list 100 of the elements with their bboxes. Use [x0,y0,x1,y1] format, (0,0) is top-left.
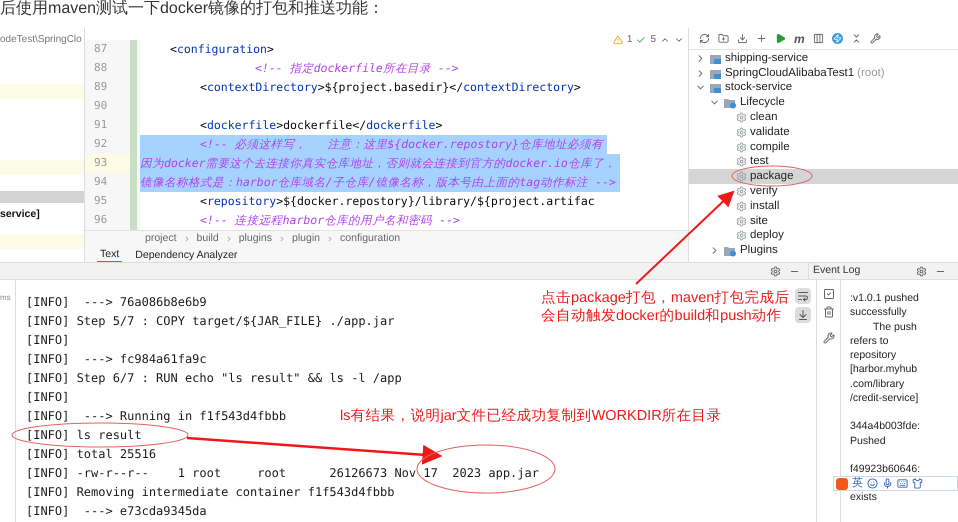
settings-icon[interactable] [822,332,834,344]
tree-item-note: (root) [857,66,885,81]
gear-icon [736,171,747,182]
side-label: ms [0,293,11,302]
breadcrumb[interactable]: build [196,231,219,247]
tree-item[interactable]: package [689,169,958,184]
tree-item-label: shipping-service [725,50,808,66]
event-log-text: :v1.0.1 pushed [850,291,920,306]
panel-title: Event Log [813,263,860,278]
event-log-text: /credit-service] [850,391,920,406]
tree-item-label: SpringCloudAlibabaTest1 [725,66,854,81]
editor-tab[interactable]: Dependency Analyzer [132,246,240,263]
folder-gear-icon [723,96,737,110]
keyboard-icon[interactable] [897,478,908,489]
event-log-text: exists [850,490,878,505]
scroll-to-end-icon[interactable] [795,307,811,323]
event-log-text: successfully [850,305,908,320]
run-icon[interactable] [775,33,786,44]
lightning-icon[interactable] [832,33,843,44]
tree-item[interactable]: SpringCloudAlibabaTest1 (root) [689,66,958,81]
event-log-text: repository [850,348,898,362]
breadcrumb[interactable]: plugins [238,231,272,247]
console-line: [INFO] total 25516 [26,446,156,463]
line-number: 96 [94,212,108,228]
console-line: [INFO] [26,389,70,406]
line-number: 91 [94,117,108,134]
tree-item[interactable]: Lifecycle [689,95,958,110]
check-icon[interactable] [636,34,646,44]
gear-icon [736,126,747,138]
line-number: 94 [94,174,108,190]
line-number: 93 [94,155,108,172]
tree-item-label: deploy [750,228,784,244]
project-path: odeTest\SpringClo [0,33,83,47]
annotation-text: 点击package打包，maven打包完成后 会自动触发docker的build和push动作 [541,289,790,325]
settings-icon[interactable] [770,266,781,276]
breadcrumb[interactable]: plugin [292,231,320,247]
tree-item-label: Lifecycle [740,95,785,110]
ime-logo-icon [836,478,848,490]
folder-plus-icon[interactable] [718,33,729,44]
event-log-text: 344a4b003fde: [850,419,922,434]
gear-icon [736,112,747,124]
module-folder-icon [709,81,722,94]
event-log-text: f49923b60646: [850,462,922,476]
console-line: [INFO] [26,332,70,349]
settings-icon[interactable] [870,33,881,44]
shirt-icon[interactable] [912,478,923,489]
warning-count: 1 [626,33,632,47]
tree-item-label: install [750,198,780,214]
breadcrumb[interactable]: project [145,231,177,247]
line-number: 88 [94,60,108,76]
tree-item[interactable]: compile [689,140,958,155]
event-log-text: Pushed [850,434,887,448]
download-icon[interactable] [737,33,748,44]
smile-icon[interactable] [867,478,878,489]
refresh-icon[interactable] [699,33,710,44]
console-line: [INFO] ls result [26,427,142,444]
tree-item-label: verify [750,184,778,199]
tree-item-label: Plugins [740,243,778,258]
annotation-text: ls有结果，说明jar文件已经成功复制到WORKDIR所在目录 [340,407,722,426]
tree-item-label: test [750,154,769,170]
console-line: [INFO] ---> e73cda9345da [26,503,207,520]
tree-item[interactable]: site [689,214,958,229]
breadcrumb[interactable]: configuration [340,231,400,247]
trash-icon[interactable] [822,306,834,318]
checkbox-icon[interactable] [822,288,834,300]
tree-item-label: stock-service [725,80,792,96]
columns-icon[interactable] [812,33,824,44]
tree-item[interactable]: clean [689,110,958,125]
gear-icon [736,186,747,198]
tree-item-label: service] [0,207,41,222]
ime-language-label[interactable]: 英 [852,478,863,489]
line-number: 87 [94,41,108,58]
tree-item[interactable]: validate [689,124,958,140]
tree-item[interactable]: stock-service [689,80,958,96]
event-log-text: The push [872,320,918,334]
tree-item[interactable]: deploy [689,228,958,244]
tree-item[interactable]: install [689,198,958,214]
gear-icon [736,216,747,227]
console-line: [INFO] ---> 76a086b8e6b9 [26,294,207,311]
tree-item-label: site [750,214,768,229]
add-icon[interactable] [756,33,767,44]
console-line: [INFO] ---> fc984a61fa9c [26,351,207,368]
microphone-icon[interactable] [882,478,893,489]
tree-item[interactable]: Plugins [689,243,958,258]
gear-icon [736,156,747,168]
maven-goal-button[interactable]: m [794,32,805,44]
tree-item[interactable]: verify [689,184,958,199]
console-line: [INFO] Step 6/7 : RUN echo "ls result" && ls -l /app [26,370,402,387]
gear-icon [736,142,747,153]
check-count: 5 [650,33,656,47]
tree-item-label: compile [750,140,790,155]
wrap-text-icon[interactable] [795,288,811,304]
tree-item[interactable]: test [689,154,958,170]
console-line: [INFO] Step 5/7 : COPY target/${JAR_FILE} ./app.jar [26,313,394,330]
settings-icon[interactable] [916,266,927,276]
event-log-text: .com/library [850,376,906,392]
console-line: [INFO] Removing intermediate container f1f543d4fbbb [26,484,394,501]
tree-item[interactable]: shipping-service [689,51,958,66]
gear-icon [736,230,747,242]
tree-item-label: validate [750,124,790,140]
